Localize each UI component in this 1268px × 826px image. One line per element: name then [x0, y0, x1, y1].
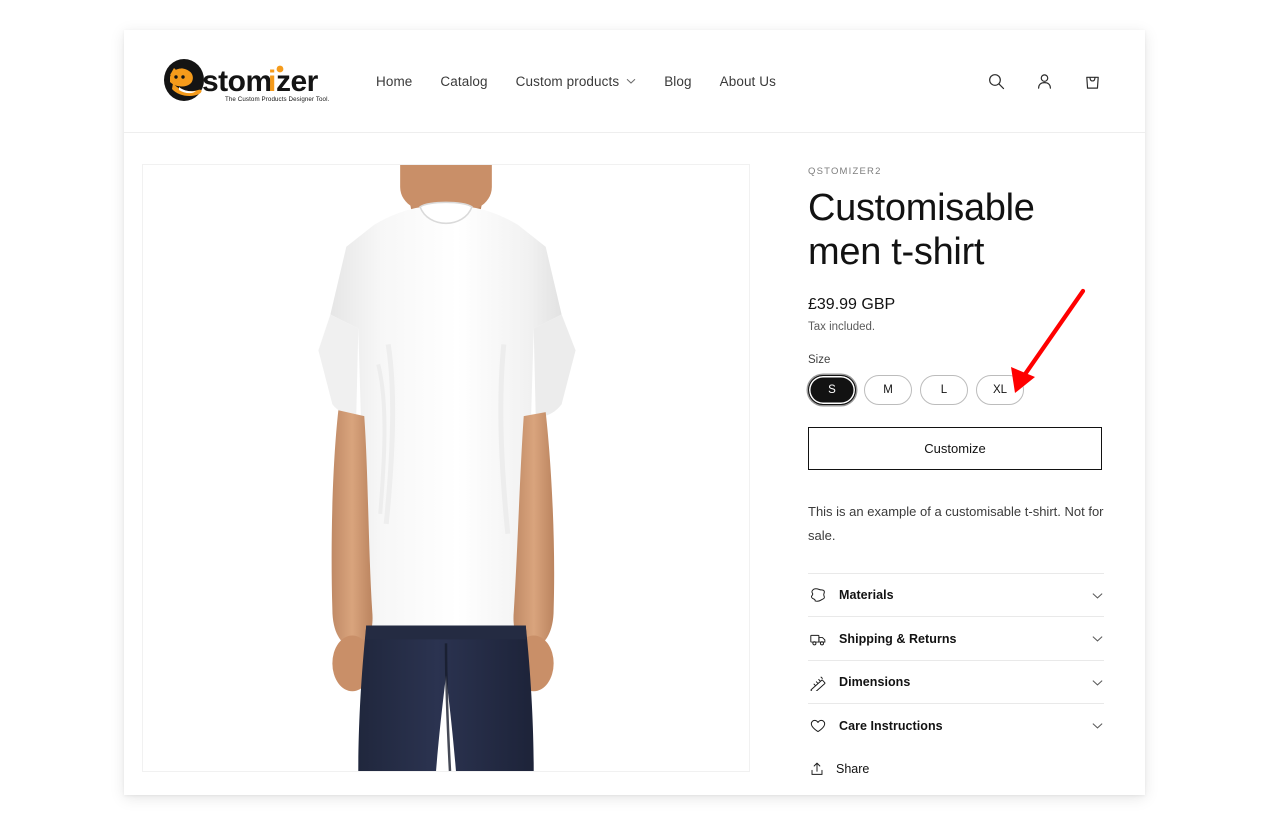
- accordion-label: Care Instructions: [839, 718, 943, 733]
- nav-item-about-us[interactable]: About Us: [706, 66, 790, 97]
- truck-icon: [808, 629, 828, 649]
- main-nav: Home Catalog Custom products Blog About …: [362, 66, 790, 97]
- hide-icon: [808, 585, 828, 605]
- product-description: This is an example of a customisable t-s…: [808, 504, 1104, 544]
- site-logo[interactable]: stom i zer The Custom Products Designer …: [158, 57, 330, 105]
- size-option-label: L: [940, 384, 948, 397]
- nav-label: Home: [376, 73, 413, 89]
- nav-label: About Us: [719, 73, 776, 89]
- size-option-l[interactable]: L: [920, 375, 968, 406]
- product-info-column: QSTOMIZER2 Customisable men t-shirt £39.…: [808, 164, 1108, 791]
- size-option-label: S: [828, 384, 836, 397]
- product-main: QSTOMIZER2 Customisable men t-shirt £39.…: [124, 133, 1145, 791]
- nav-item-home[interactable]: Home: [362, 66, 426, 97]
- accordion-row-shipping-returns[interactable]: Shipping & Returns: [808, 616, 1104, 660]
- size-option-xl[interactable]: XL: [976, 375, 1024, 406]
- size-option-label: M: [883, 384, 893, 397]
- accordion-label: Dimensions: [839, 675, 911, 690]
- svg-text:i: i: [268, 65, 276, 98]
- size-option-s[interactable]: S: [808, 375, 856, 406]
- nav-item-catalog[interactable]: Catalog: [426, 66, 501, 97]
- accordion-label: Shipping & Returns: [839, 631, 957, 646]
- logo-wrap: stom i zer The Custom Products Designer …: [158, 57, 330, 105]
- cart-icon[interactable]: [1079, 68, 1105, 94]
- nav-label: Custom products: [515, 73, 620, 89]
- accordion-row-materials[interactable]: Materials: [808, 572, 1104, 617]
- logo-tagline: The Custom Products Designer Tool.: [225, 96, 330, 103]
- customize-button[interactable]: Customize: [808, 427, 1102, 471]
- share-label: Share: [836, 761, 870, 776]
- site-card: stom i zer The Custom Products Designer …: [124, 30, 1145, 795]
- chevron-down-icon: [1090, 632, 1104, 646]
- nav-label: Blog: [664, 73, 692, 89]
- accordion-row-care-instructions[interactable]: Care Instructions: [808, 703, 1104, 747]
- product-image[interactable]: [142, 164, 750, 772]
- nav-item-blog[interactable]: Blog: [650, 66, 705, 97]
- size-selector: S M L XL: [808, 375, 1108, 406]
- product-media-column: [142, 164, 752, 791]
- chevron-down-icon: [1090, 588, 1104, 602]
- chevron-down-icon: [1090, 719, 1104, 733]
- header-actions: [983, 68, 1105, 94]
- size-label: Size: [808, 354, 831, 367]
- nav-label: Catalog: [440, 73, 488, 89]
- search-icon[interactable]: [983, 68, 1009, 94]
- chevron-down-icon: [1090, 675, 1104, 689]
- size-option-m[interactable]: M: [864, 375, 912, 406]
- product-accordion: Materials Shipping & Returns Dimensions …: [808, 572, 1104, 791]
- accordion-row-dimensions[interactable]: Dimensions: [808, 659, 1104, 704]
- nav-item-custom-products[interactable]: Custom products: [502, 66, 651, 97]
- size-option-label: XL: [992, 384, 1008, 397]
- heart-icon: [808, 716, 828, 736]
- page-root: stom i zer The Custom Products Designer …: [0, 0, 1268, 826]
- product-vendor: QSTOMIZER2: [808, 166, 882, 177]
- page-title: Customisable men t-shirt: [808, 187, 1035, 274]
- product-photo-illustration: [143, 165, 749, 771]
- share-button[interactable]: Share: [808, 747, 1104, 791]
- site-header: stom i zer The Custom Products Designer …: [124, 30, 1145, 133]
- chevron-down-icon: [626, 76, 636, 86]
- svg-text:stom: stom: [202, 65, 272, 98]
- ruler-icon: [808, 672, 828, 692]
- accordion-label: Materials: [839, 588, 894, 603]
- tax-note: Tax included.: [808, 321, 876, 334]
- account-icon[interactable]: [1031, 68, 1057, 94]
- share-icon: [808, 760, 826, 778]
- product-price: £39.99 GBP: [808, 296, 896, 314]
